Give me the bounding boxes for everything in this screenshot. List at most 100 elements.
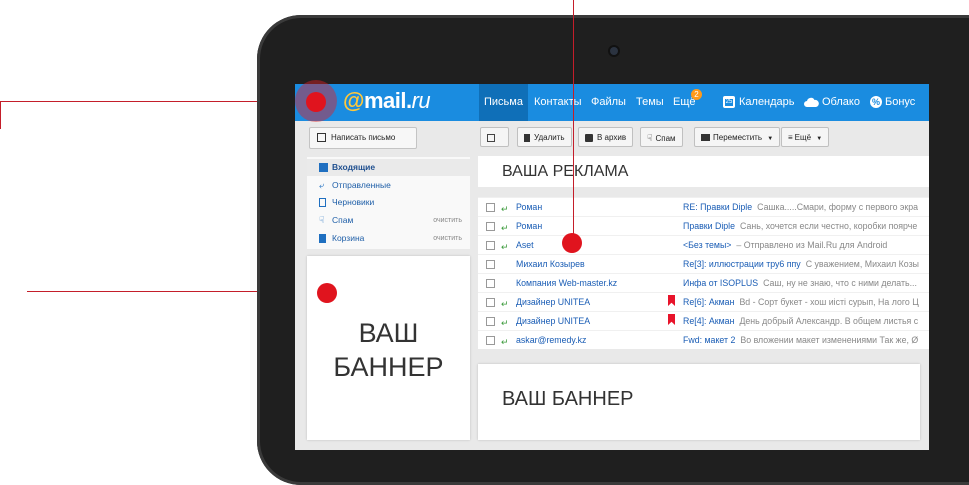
banner-bottom[interactable]: ВАШ БАННЕР [478, 364, 920, 440]
mail-snippet: Сашка.....Смари, форму с первого экра [757, 202, 919, 212]
mail-from: Дизайнер UNITEA [516, 297, 591, 307]
folder-drafts-label: Черновики [332, 197, 375, 207]
folder-spam-label: Спам [332, 215, 354, 225]
move-label: Переместить [713, 133, 763, 142]
nav-bonus[interactable]: % Бонус [865, 84, 920, 121]
spam-icon: ☟ [319, 215, 325, 225]
trash-icon [319, 234, 326, 243]
reply-icon: ↵ [501, 204, 509, 214]
archive-icon [585, 133, 593, 142]
folder-trash-label: Корзина [332, 233, 365, 243]
logo-mail: mail [363, 88, 407, 113]
mail-row[interactable]: ↵ Aset <Без темы> – Отправлено из Mail.Ru… [478, 235, 929, 255]
more-button[interactable]: ≡ Ещё ▼ [781, 127, 830, 147]
mail-snippet: Саш, ну не знаю, что с ними делать... [763, 278, 917, 288]
mail-snippet: – Отправлено из Mail.Ru для Android [736, 240, 888, 250]
row-checkbox[interactable] [486, 222, 495, 231]
menu-icon: ≡ [788, 133, 793, 142]
mail-subject: Re[3]: иллюстрации тру6 ппу [683, 259, 801, 269]
logo-at: @ [343, 88, 364, 113]
more-badge: 2 [691, 89, 702, 100]
mail-row[interactable]: ↵ Дизайнер UNITEA Re[6]: Акман Bd - Сорт … [478, 292, 929, 312]
compose-button[interactable]: Написать письмо [309, 127, 417, 149]
sent-icon: ⤶ [319, 180, 325, 190]
folder-trash-clear[interactable]: очистить [433, 230, 462, 247]
row-checkbox[interactable] [486, 279, 495, 288]
mail-row[interactable]: Компания Web-master.kz Инфа от ISOPLUS Са… [478, 273, 929, 293]
nav-contacts[interactable]: Контакты [529, 84, 587, 121]
callout-dot-list [562, 233, 582, 253]
banner-left-text: ВАШ БАННЕР [307, 316, 470, 384]
delete-label: Удалить [534, 133, 565, 142]
folder-trash[interactable]: Корзина очистить [307, 230, 470, 247]
row-checkbox[interactable] [486, 241, 495, 250]
mail-snippet: С уважением, Михаил Козы [805, 259, 919, 269]
bonus-icon: % [870, 96, 882, 109]
mail-row[interactable]: ↵ Дизайнер UNITEA Re[4]: Акман День добры… [478, 311, 929, 331]
banner-bottom-text: ВАШ БАННЕР [502, 388, 634, 410]
mail-subject: Re[4]: Акман [683, 316, 735, 326]
mail-subject: Fwd: макет 2 [683, 335, 736, 345]
inbox-icon [319, 163, 328, 172]
callout-line-vertical [573, 0, 574, 244]
mail-list: ↵ Роман RE: Правки Diple Сашка.....Смари,… [478, 197, 929, 349]
mail-ru-logo[interactable]: @mail.ru [343, 88, 431, 114]
spam-label: Спам [655, 134, 676, 143]
reply-icon: ↵ [501, 299, 509, 309]
mail-row[interactable]: ↵ Роман RE: Правки Diple Сашка.....Смари,… [478, 197, 929, 217]
mail-subject: Инфа от ISOPLUS [683, 278, 759, 288]
folder-inbox[interactable]: Входящие [307, 159, 470, 176]
row-checkbox[interactable] [486, 260, 495, 269]
mail-subject: RE: Правки Diple [683, 202, 753, 212]
spam-button[interactable]: ☟ Спам [640, 127, 683, 147]
folder-icon [701, 134, 710, 142]
folder-spam[interactable]: ☟ Спам очистить [307, 212, 470, 229]
folder-spam-clear[interactable]: очистить [433, 212, 462, 229]
nav-files[interactable]: Файлы [586, 84, 631, 121]
row-checkbox[interactable] [486, 298, 495, 307]
row-checkbox[interactable] [486, 317, 495, 326]
reply-icon: ↵ [501, 242, 509, 252]
trash-icon [524, 133, 530, 142]
callout-line-top-tick [0, 101, 1, 129]
folder-list: Входящие ⤶ Отправленные Черновики ☟ Спам… [307, 157, 470, 249]
delete-button[interactable]: Удалить [517, 127, 572, 147]
pencil-icon [317, 133, 326, 143]
move-button[interactable]: Переместить ▼ [694, 127, 781, 147]
calendar-icon: 25 [723, 96, 735, 109]
callout-dot-banner [317, 283, 337, 303]
spam-icon: ☟ [647, 133, 653, 143]
flag-icon[interactable] [668, 295, 675, 306]
select-all-dropdown[interactable]: ▼ [480, 127, 509, 162]
nav-cloud[interactable]: Облако [799, 84, 865, 121]
mail-row[interactable]: Михаил Козырев Re[3]: иллюстрации тру6 п… [478, 254, 929, 274]
mail-from: Компания Web-master.kz [516, 278, 618, 288]
reply-icon: ↵ [501, 318, 509, 328]
folder-sent-label: Отправленные [332, 180, 391, 190]
mail-row[interactable]: ↵ askar@remedy.kz Fwd: макет 2 Во вложени… [478, 330, 929, 350]
folder-drafts[interactable]: Черновики [307, 194, 470, 211]
archive-button[interactable]: В архив [578, 127, 634, 147]
nav-calendar[interactable]: 25 Календарь [718, 84, 800, 121]
flag-icon[interactable] [668, 314, 675, 325]
row-checkbox[interactable] [486, 203, 495, 212]
folder-sent[interactable]: ⤶ Отправленные [307, 177, 470, 194]
mail-snippet: Сань, хочется если честно, коробки поярч… [740, 221, 918, 231]
mail-row[interactable]: ↵ Роман Правки Diple Сань, хочется если ч… [478, 216, 929, 236]
nav-letters[interactable]: Письма [479, 84, 528, 121]
drafts-icon [319, 198, 326, 207]
callout-dot-logo [306, 92, 326, 112]
ad-top[interactable]: ВАША РЕКЛАМА [478, 156, 929, 187]
nav-cloud-label: Облако [822, 96, 860, 108]
top-bar: @mail.ru Письма Контакты Файлы Темы Ещё … [295, 84, 929, 121]
nav-themes[interactable]: Темы [631, 84, 669, 121]
mail-from: Дизайнер UNITEA [516, 316, 591, 326]
row-checkbox[interactable] [486, 336, 495, 345]
reply-icon: ↵ [501, 223, 509, 233]
banner-left-line1: ВАШ [358, 318, 419, 348]
mail-from: Роман [516, 221, 543, 231]
mail-subject: Re[6]: Акман [683, 297, 735, 307]
reply-icon: ↵ [501, 337, 509, 347]
chevron-down-icon: ▼ [767, 136, 774, 142]
nav-calendar-label: Календарь [739, 96, 795, 108]
